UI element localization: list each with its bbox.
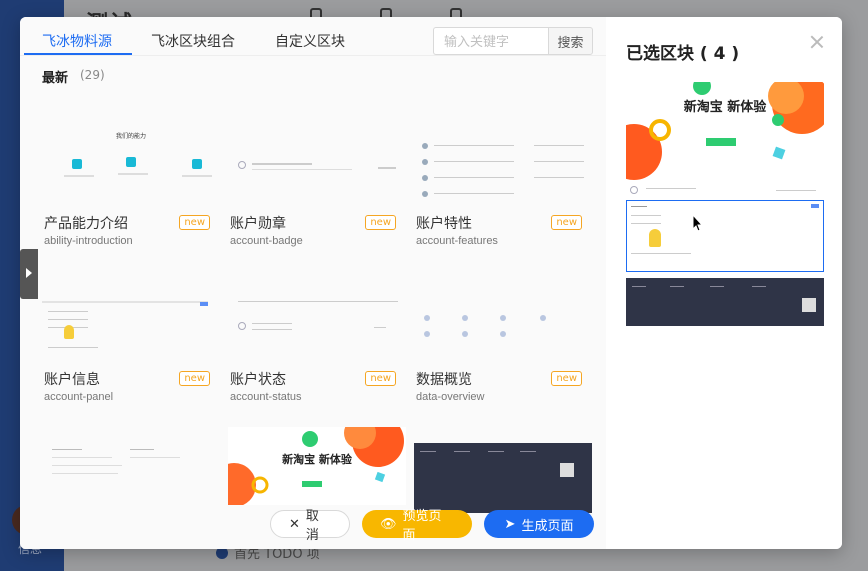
search-box: 搜索 bbox=[433, 27, 593, 55]
block-card[interactable]: 数据概览 data-overview new bbox=[414, 267, 592, 417]
new-badge: new bbox=[551, 215, 582, 230]
block-card[interactable]: 我们的能力 产品能力介绍 ability-introduction new bbox=[42, 111, 220, 261]
mouse-cursor-icon bbox=[692, 214, 704, 232]
block-card[interactable]: 账户状态 account-status new bbox=[228, 267, 406, 417]
block-card[interactable]: 账户信息 account-panel new bbox=[42, 267, 220, 417]
cancel-button[interactable]: ✕ 取消 bbox=[270, 509, 350, 543]
feature-icon bbox=[126, 157, 136, 167]
feature-icon bbox=[192, 159, 202, 169]
material-pane: 飞冰物料源 飞冰区块组合 自定义区块 搜索 最新 (29) 我们的能力 产品能力… bbox=[20, 17, 606, 549]
section-title: 最新 bbox=[42, 71, 69, 86]
block-title: 账户勋章 bbox=[230, 216, 286, 232]
generate-page-button[interactable]: ➤ 生成页面 bbox=[484, 510, 594, 538]
tab-ice-block-groups[interactable]: 飞冰区块组合 bbox=[151, 31, 235, 51]
send-icon: ➤ bbox=[504, 516, 516, 532]
preview-page-button[interactable]: 👁 预览页面 bbox=[362, 509, 472, 543]
close-icon: ✕ bbox=[289, 516, 300, 532]
selected-block[interactable] bbox=[626, 182, 824, 200]
block-name: account-badge bbox=[230, 235, 303, 247]
block-thumbnail bbox=[414, 443, 592, 513]
block-thumbnail bbox=[42, 267, 220, 359]
block-thumbnail bbox=[414, 267, 592, 359]
block-name: ability-introduction bbox=[44, 235, 133, 247]
block-picker-modal: 飞冰物料源 飞冰区块组合 自定义区块 搜索 最新 (29) 我们的能力 产品能力… bbox=[20, 17, 842, 549]
new-badge: new bbox=[179, 215, 210, 230]
thumb-heading: 我们的能力 bbox=[115, 133, 146, 140]
chevron-right-icon bbox=[26, 268, 32, 278]
tab-custom-blocks[interactable]: 自定义区块 bbox=[275, 31, 345, 51]
block-card[interactable] bbox=[42, 427, 220, 505]
preview-label: 预览页面 bbox=[402, 509, 442, 543]
minion-icon bbox=[64, 325, 74, 339]
generate-label: 生成页面 bbox=[521, 518, 574, 534]
block-card[interactable]: 账户特性 account-features new bbox=[414, 111, 592, 261]
block-name: account-features bbox=[416, 235, 498, 247]
selected-title: 已选区块 ( 4 ) bbox=[626, 44, 740, 64]
selected-blocks-pane: 已选区块 ( 4 ) 新淘宝 新体验 bbox=[606, 17, 842, 549]
banner-heading: 新淘宝 新体验 bbox=[683, 100, 767, 115]
eye-icon: 👁 bbox=[380, 516, 397, 532]
block-title: 账户特性 bbox=[416, 216, 472, 232]
tab-ice-materials[interactable]: 飞冰物料源 bbox=[42, 31, 112, 51]
block-thumbnail: 新淘宝 新体验 bbox=[228, 427, 406, 505]
selected-block[interactable]: 新淘宝 新体验 bbox=[626, 82, 824, 180]
block-name: account-status bbox=[230, 391, 302, 403]
qr-code-icon bbox=[560, 463, 574, 477]
block-thumbnail bbox=[414, 111, 592, 203]
new-badge: new bbox=[365, 215, 396, 230]
cancel-label: 取消 bbox=[305, 509, 319, 543]
minion-icon bbox=[649, 229, 661, 247]
block-title: 产品能力介绍 bbox=[44, 216, 128, 232]
search-input[interactable] bbox=[433, 27, 548, 55]
block-thumbnail bbox=[228, 111, 406, 203]
source-tabs: 飞冰物料源 飞冰区块组合 自定义区块 bbox=[20, 17, 420, 57]
block-title: 数据概览 bbox=[416, 372, 472, 388]
block-thumbnail bbox=[228, 267, 406, 359]
block-title: 账户状态 bbox=[230, 372, 286, 388]
block-name: data-overview bbox=[416, 391, 485, 403]
block-card[interactable] bbox=[414, 427, 592, 513]
selected-block[interactable] bbox=[626, 200, 824, 272]
block-title: 账户信息 bbox=[44, 372, 100, 388]
block-card[interactable]: 账户勋章 account-badge new bbox=[228, 111, 406, 261]
block-card[interactable]: 新淘宝 新体验 bbox=[228, 427, 406, 505]
block-thumbnail: 我们的能力 bbox=[42, 111, 220, 203]
banner-heading: 新淘宝 新体验 bbox=[282, 453, 352, 466]
new-badge: new bbox=[179, 371, 210, 386]
action-buttons: ✕ 取消 👁 预览页面 ➤ 生成页面 bbox=[270, 509, 594, 543]
close-icon[interactable] bbox=[810, 35, 824, 49]
section-count: (29) bbox=[80, 68, 105, 82]
feature-icon bbox=[72, 159, 82, 169]
search-button[interactable]: 搜索 bbox=[548, 27, 593, 55]
new-badge: new bbox=[365, 371, 396, 386]
block-thumbnail bbox=[42, 427, 220, 505]
tab-divider bbox=[20, 55, 606, 56]
qr-code-icon bbox=[802, 298, 816, 312]
selected-block[interactable] bbox=[626, 278, 824, 326]
new-badge: new bbox=[551, 371, 582, 386]
block-name: account-panel bbox=[44, 391, 114, 403]
